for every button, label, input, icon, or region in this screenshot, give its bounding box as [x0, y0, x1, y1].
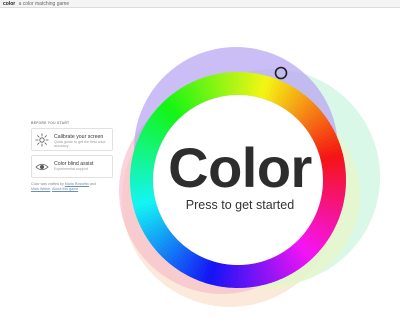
credits-and: and [89, 182, 96, 186]
brand-logo-text[interactable]: color [3, 1, 15, 7]
panel-heading: Before you start [31, 121, 70, 125]
start-area[interactable]: Color Press to get started [160, 140, 320, 213]
card-subtitle: Experimental support [54, 167, 88, 171]
credit-link-1[interactable]: Maria Rossetto [65, 182, 89, 186]
header-tagline: a color matching game [18, 1, 70, 7]
credits-text: Color was crafted by Maria Rossetto and … [31, 182, 96, 192]
calibrate-screen-card[interactable]: Calibrate your screen Quick guide to get… [31, 128, 113, 151]
color-blind-assist-card[interactable]: Color blind assist Experimental support [31, 155, 113, 178]
about-link[interactable]: About this game [52, 187, 78, 191]
header-bar: color a color matching game [0, 0, 400, 8]
start-prompt[interactable]: Press to get started [160, 198, 320, 212]
credits-prefix: Color was crafted by [31, 182, 64, 186]
card-subtitle: Quick guide to get the best color accura… [54, 140, 106, 149]
sun-icon [35, 133, 49, 147]
before-you-start-panel: Before you start Calibrate your screen Q… [31, 121, 115, 192]
credit-link-2[interactable]: Mark Weber [31, 187, 50, 191]
game-title[interactable]: Color [160, 140, 320, 196]
eye-icon [35, 163, 49, 171]
